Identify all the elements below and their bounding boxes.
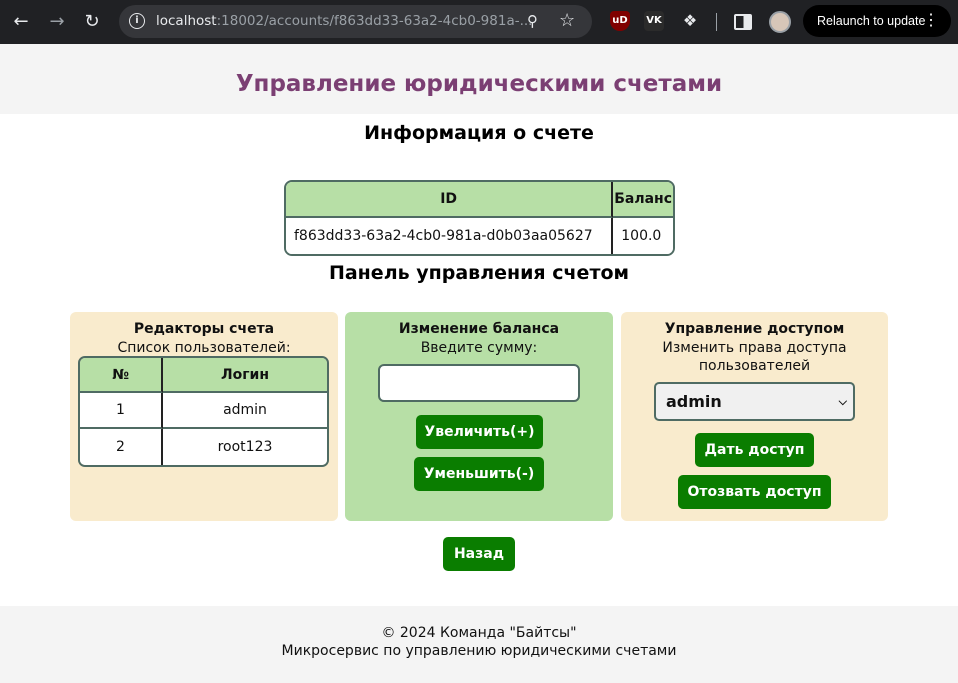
user-select[interactable]: admin ⌵: [654, 382, 855, 421]
forward-arrow-icon[interactable]: →: [45, 10, 69, 34]
row-number: 1: [80, 393, 163, 429]
site-info-icon[interactable]: i: [129, 13, 145, 29]
more-menu-icon[interactable]: ⋮: [923, 5, 939, 37]
revoke-access-button[interactable]: Отозвать доступ: [678, 475, 831, 509]
account-info-heading: Информация о счете: [364, 122, 594, 144]
back-arrow-icon[interactable]: ←: [9, 10, 33, 34]
footer-copyright: © 2024 Команда "Байтсы": [381, 625, 577, 641]
profile-avatar[interactable]: [769, 11, 791, 33]
side-panel-icon[interactable]: [734, 14, 752, 30]
editors-table: № Логин 1 admin 2 root123: [78, 356, 329, 467]
decrease-button[interactable]: Уменьшить(-): [414, 457, 544, 491]
selected-user: admin: [666, 392, 722, 411]
reload-icon[interactable]: ↻: [80, 10, 104, 34]
access-title: Управление доступом: [664, 321, 845, 337]
chevron-down-icon: ⌵: [838, 395, 847, 408]
footer-description: Микросервис по управлению юридическими с…: [281, 643, 677, 659]
footer: © 2024 Команда "Байтсы" Микросервис по у…: [0, 606, 958, 683]
relaunch-to-update-button[interactable]: Relaunch to update ⋮: [803, 5, 951, 37]
page-title: Управление юридическими счетами: [235, 71, 723, 97]
account-info-table: ID Баланс f863dd33-63a2-4cb0-981a-d0b03a…: [284, 180, 675, 256]
table-row: 1 admin: [80, 393, 327, 429]
browser-toolbar: ← → ↻ i localhost:18002/accounts/f863dd3…: [0, 0, 958, 44]
balance-panel: Изменение баланса Введите сумму: Увеличи…: [345, 312, 613, 521]
amount-input[interactable]: [378, 364, 580, 402]
login-column-header: Логин: [163, 358, 327, 393]
ublock-extension-icon[interactable]: uD: [610, 11, 630, 31]
id-column-header: ID: [286, 182, 614, 218]
back-button[interactable]: Назад: [443, 537, 515, 571]
access-panel: Управление доступом Изменить права досту…: [621, 312, 888, 521]
control-panel-heading: Панель управления счетом: [328, 262, 630, 284]
balance-column-header: Баланс: [613, 182, 673, 218]
extensions-puzzle-icon[interactable]: ❖: [680, 11, 700, 31]
grant-access-button[interactable]: Дать доступ: [695, 433, 814, 467]
access-subtitle: Изменить права доступа пользователей: [662, 340, 847, 374]
increase-button[interactable]: Увеличить(+): [416, 415, 543, 449]
editors-panel: Редакторы счета Список пользователей: № …: [70, 312, 338, 521]
number-column-header: №: [80, 358, 163, 393]
account-id-value: f863dd33-63a2-4cb0-981a-d0b03aa05627: [286, 218, 614, 254]
balance-title: Изменение баланса: [398, 321, 560, 337]
account-balance-value: 100.0: [613, 218, 673, 254]
balance-subtitle: Введите сумму:: [420, 340, 538, 356]
row-number: 2: [80, 429, 163, 465]
row-login: root123: [163, 429, 327, 465]
table-row: 2 root123: [80, 429, 327, 465]
editors-title: Редакторы счета: [133, 321, 275, 337]
address-bar[interactable]: i localhost:18002/accounts/f863dd33-63a2…: [119, 5, 592, 38]
bookmark-star-icon[interactable]: ☆: [559, 10, 575, 31]
vk-extension-icon[interactable]: VK: [644, 11, 664, 31]
row-login: admin: [163, 393, 327, 429]
url-text: localhost:18002/accounts/f863dd33-63a2-4…: [156, 13, 533, 29]
page-header: Управление юридическими счетами: [0, 44, 958, 114]
editors-subtitle: Список пользователей:: [117, 340, 291, 356]
toolbar-divider: [716, 13, 717, 31]
zoom-icon[interactable]: ⚲: [527, 12, 538, 30]
